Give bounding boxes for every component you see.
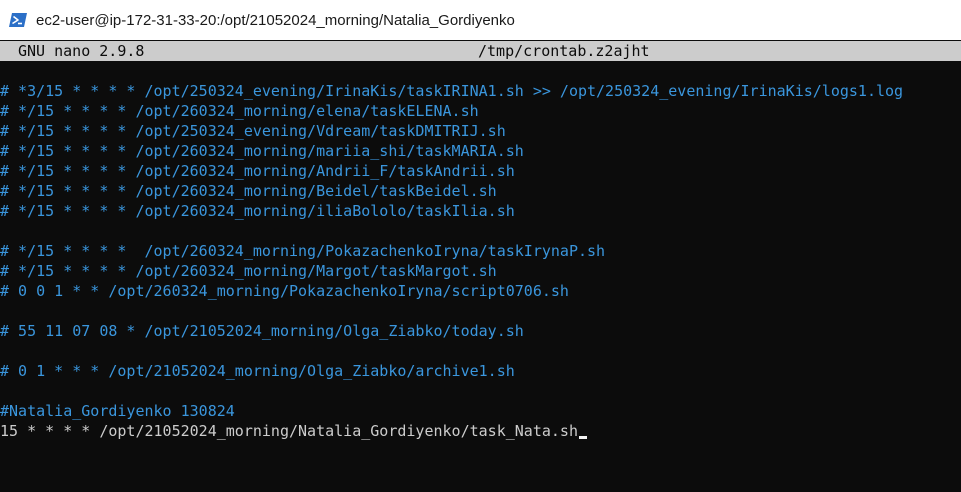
minimize-button[interactable]	[915, 0, 961, 40]
blank-line[interactable]	[0, 221, 961, 241]
blank-line[interactable]	[0, 381, 961, 401]
line-text: # 0 0 1 * * /opt/260324_morning/Pokazach…	[0, 282, 569, 300]
crontab-comment-line[interactable]: # 0 1 * * * /opt/21052024_morning/Olga_Z…	[0, 361, 961, 381]
crontab-comment-line[interactable]: # */15 * * * * /opt/260324_morning/elena…	[0, 101, 961, 121]
nano-header: GNU nano 2.9.8 /tmp/crontab.z2ajht	[0, 41, 961, 61]
editor-content[interactable]: # *3/15 * * * * /opt/250324_evening/Irin…	[0, 81, 961, 441]
crontab-comment-line[interactable]: # */15 * * * * /opt/260324_morning/Pokaz…	[0, 241, 961, 261]
line-text: # */15 * * * * /opt/260324_morning/elena…	[0, 102, 479, 120]
crontab-comment-line[interactable]: # */15 * * * * /opt/260324_morning/iliaB…	[0, 201, 961, 221]
crontab-comment-line[interactable]: # */15 * * * * /opt/260324_morning/marii…	[0, 141, 961, 161]
blank-line[interactable]	[0, 341, 961, 361]
crontab-comment-line[interactable]: # *3/15 * * * * /opt/250324_evening/Irin…	[0, 81, 961, 101]
terminal-window: ec2-user@ip-172-31-33-20:/opt/21052024_m…	[0, 0, 961, 492]
line-text: # */15 * * * * /opt/260324_morning/iliaB…	[0, 202, 515, 220]
crontab-comment-line[interactable]: # */15 * * * * /opt/260324_morning/Margo…	[0, 261, 961, 281]
line-text: # */15 * * * * /opt/260324_morning/Pokaz…	[0, 242, 606, 260]
crontab-comment-line[interactable]: # 0 0 1 * * /opt/260324_morning/Pokazach…	[0, 281, 961, 301]
window-title: ec2-user@ip-172-31-33-20:/opt/21052024_m…	[36, 11, 515, 29]
line-text: #Natalia_Gordiyenko 130824	[0, 402, 235, 420]
title-bar[interactable]: ec2-user@ip-172-31-33-20:/opt/21052024_m…	[0, 0, 961, 40]
crontab-comment-line[interactable]: # */15 * * * * /opt/260324_morning/Andri…	[0, 161, 961, 181]
text-cursor	[578, 436, 587, 439]
line-text: # */15 * * * * /opt/260324_morning/Margo…	[0, 262, 497, 280]
crontab-comment-line[interactable]: #Natalia_Gordiyenko 130824	[0, 401, 961, 421]
powershell-icon	[9, 13, 27, 27]
crontab-comment-line[interactable]: # */15 * * * * /opt/260324_morning/Beide…	[0, 181, 961, 201]
line-text: # */15 * * * * /opt/260324_morning/Beide…	[0, 182, 497, 200]
line-text: # */15 * * * * /opt/250324_evening/Vdrea…	[0, 122, 506, 140]
crontab-comment-line[interactable]: # */15 * * * * /opt/250324_evening/Vdrea…	[0, 121, 961, 141]
blank-line[interactable]	[0, 301, 961, 321]
line-text: # *3/15 * * * * /opt/250324_evening/Irin…	[0, 82, 904, 100]
line-text: # */15 * * * * /opt/260324_morning/Andri…	[0, 162, 515, 180]
terminal-body[interactable]: GNU nano 2.9.8 /tmp/crontab.z2ajht # *3/…	[0, 40, 961, 492]
line-text: # */15 * * * * /opt/260324_morning/marii…	[0, 142, 524, 160]
crontab-entry-line[interactable]: 15 * * * * /opt/21052024_morning/Natalia…	[0, 421, 961, 441]
nano-version: GNU nano 2.9.8	[18, 42, 145, 60]
line-text: 15 * * * * /opt/21052024_morning/Natalia…	[0, 422, 578, 440]
line-text: # 0 1 * * * /opt/21052024_morning/Olga_Z…	[0, 362, 515, 380]
window-controls	[915, 0, 961, 40]
line-text: # 55 11 07 08 * /opt/21052024_morning/Ol…	[0, 322, 524, 340]
crontab-comment-line[interactable]: # 55 11 07 08 * /opt/21052024_morning/Ol…	[0, 321, 961, 341]
nano-filename: /tmp/crontab.z2ajht	[478, 42, 650, 60]
